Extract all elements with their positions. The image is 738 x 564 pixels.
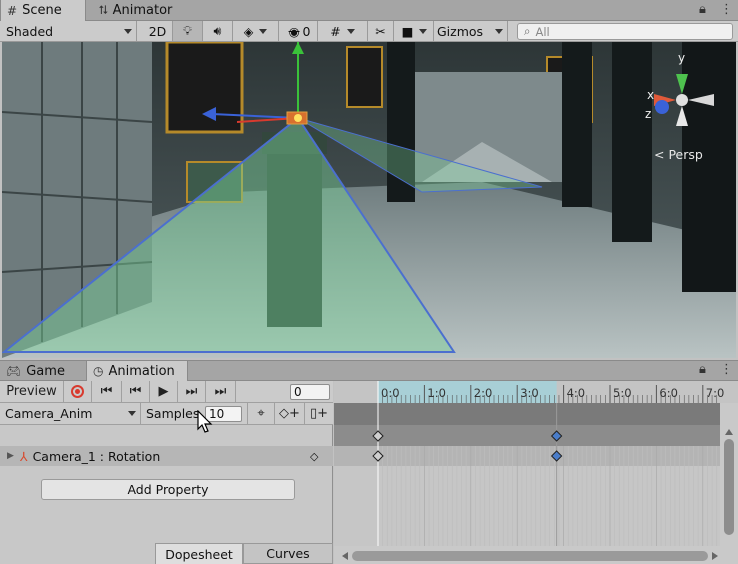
projection-label[interactable]: < Persp — [654, 147, 703, 162]
animation-lock-icon[interactable]: 🔒︎ — [699, 362, 706, 377]
scene-toolbar: Shaded 2D 💡︎ 🔊︎ ◈ ◉ 0 # ✂ ■ Gizmos ⌕ All — [0, 21, 738, 42]
scene-viewport[interactable]: y x z < Persp — [2, 42, 736, 358]
layers-icon: ◈ — [243, 23, 254, 39]
current-frame-field[interactable]: 0 — [290, 384, 330, 400]
clip-dropdown[interactable]: Camera_Anim — [0, 403, 141, 424]
next-keyframe-button[interactable]: ⏭︎ — [178, 381, 206, 402]
animator-icon: ⮁ — [98, 3, 108, 17]
scene-tab-bar: # Scene ⮁ Animator 🔒︎ ⋮ — [0, 0, 738, 21]
property-keyframe-icon[interactable]: ◇ — [310, 450, 318, 463]
clip-name: Camera_Anim — [5, 406, 93, 421]
tick-label: 0:0 — [381, 386, 400, 400]
lighting-toggle-button[interactable]: 💡︎ — [173, 21, 203, 41]
add-keyframe-button[interactable]: ◇+ — [275, 403, 305, 424]
lock-icon[interactable]: 🔒︎ — [699, 2, 706, 17]
step-back-icon: ⏮︎ — [129, 384, 142, 399]
step-forward-icon: ⏭︎ — [185, 384, 198, 399]
add-property-button[interactable]: Add Property — [41, 479, 295, 500]
scene-search-input[interactable]: ⌕ All — [517, 23, 733, 40]
property-row-camera-rotation[interactable]: ▶ ⅄ Camera_1 : Rotation ◇ — [0, 446, 333, 466]
hidden-objects-toggle[interactable]: ◉ 0 — [282, 21, 318, 41]
eye-slash-icon: ◉ — [288, 23, 300, 39]
gizmos-label: Gizmos — [437, 23, 484, 39]
add-event-button[interactable]: ▯+ — [305, 403, 333, 424]
property-label: Camera_1 : Rotation — [32, 448, 161, 464]
gizmo-z-label: z — [645, 107, 651, 121]
play-icon: ▶ — [158, 384, 169, 399]
grid-icon: # — [7, 3, 18, 18]
gizmos-dropdown[interactable]: Gizmos — [434, 21, 508, 41]
expand-arrow-icon[interactable]: ▶ — [7, 451, 14, 461]
clock-icon: ◷ — [93, 364, 104, 378]
clip-controls: Camera_Anim Samples 10 ⌖ ◇+ ▯+ — [0, 403, 333, 425]
tab-scene-label: Scene — [22, 3, 62, 18]
tab-animation-label: Animation — [108, 363, 175, 379]
kebab-menu-icon[interactable]: ⋮ — [720, 2, 733, 17]
tab-curves[interactable]: Curves — [243, 543, 333, 564]
2d-toggle-label: 2D — [148, 23, 167, 39]
record-icon — [71, 385, 84, 398]
camera-icon: ■ — [401, 23, 414, 39]
gizmo-y-label: y — [678, 51, 685, 65]
hidden-count: 0 — [302, 23, 311, 39]
skip-to-end-icon: ⏭︎ — [214, 384, 227, 399]
playback-controls: Preview ⏮︎ ⏮︎ ▶ ⏭︎ ⏭︎ 0 — [0, 381, 333, 403]
tick-label: 4:0 — [567, 386, 586, 400]
animation-kebab-menu-icon[interactable]: ⋮ — [720, 362, 733, 377]
camera-settings-dropdown[interactable]: ■ — [396, 21, 434, 41]
scene-render: y x z — [2, 42, 736, 358]
mouse-cursor-icon — [197, 410, 213, 433]
gamepad-icon: 🎮︎ — [6, 364, 22, 378]
samples-label: Samples — [146, 406, 200, 421]
tools-icon: ✂ — [375, 23, 386, 39]
grid-snap-icon: # — [330, 23, 341, 39]
effects-dropdown[interactable]: ◈ — [233, 21, 279, 41]
lightbulb-icon: 💡︎ — [183, 23, 192, 38]
gizmo-x-label: x — [647, 88, 654, 102]
tick-label: 3:0 — [520, 386, 539, 400]
search-placeholder: All — [535, 24, 550, 39]
transform-axes-icon: ⅄ — [19, 448, 28, 464]
shading-mode-dropdown[interactable]: Shaded — [0, 21, 137, 41]
tick-label: 5:0 — [613, 386, 632, 400]
tab-animation[interactable]: ◷ Animation — [86, 361, 188, 381]
tick-label: 2:0 — [474, 386, 493, 400]
vertical-scrollbar-thumb[interactable] — [724, 439, 734, 535]
tab-animator[interactable]: ⮁ Animator — [92, 0, 180, 21]
play-button[interactable]: ▶ — [150, 381, 178, 402]
tick-label: 6:0 — [659, 386, 678, 400]
speaker-icon: 🔊︎ — [213, 23, 222, 38]
tab-scene[interactable]: # Scene — [0, 0, 86, 21]
view-mode-tabs: Dopesheet Curves — [0, 543, 333, 564]
grid-snap-dropdown[interactable]: # — [318, 21, 368, 41]
record-button[interactable] — [64, 381, 92, 402]
search-icon: ⌕ — [524, 24, 531, 38]
2d-toggle-button[interactable]: 2D — [143, 21, 173, 41]
add-event-icon: ▯+ — [309, 406, 329, 421]
last-keyframe-button[interactable]: ⏭︎ — [206, 381, 236, 402]
summary-row-top — [334, 403, 720, 425]
tick-label: 7:0 — [706, 386, 725, 400]
tab-game-label: Game — [26, 363, 65, 379]
audio-toggle-button[interactable]: 🔊︎ — [203, 21, 233, 41]
summary-row — [334, 425, 720, 446]
shading-mode-label: Shaded — [6, 23, 54, 39]
timeline-canvas[interactable]: 0:0 1:0 2:0 3:0 4:0 5:0 6:0 7:0 — [334, 381, 738, 564]
add-keyframe-target-button[interactable]: ⌖ — [247, 403, 275, 424]
add-keyframe-icon: ◇+ — [279, 406, 300, 421]
tab-animator-label: Animator — [112, 3, 173, 18]
tab-dopesheet[interactable]: Dopesheet — [155, 543, 243, 564]
tab-game[interactable]: 🎮︎ Game — [0, 361, 82, 381]
first-keyframe-button[interactable]: ⏮︎ — [92, 381, 122, 402]
preview-label: Preview — [6, 384, 57, 399]
horizontal-scrollbar-thumb[interactable] — [352, 551, 708, 561]
tools-button[interactable]: ✂ — [368, 21, 394, 41]
crosshair-icon: ⌖ — [257, 406, 265, 421]
animation-tab-bar: 🎮︎ Game ◷ Animation 🔒︎ ⋮ — [0, 360, 738, 381]
preview-button[interactable]: Preview — [0, 381, 64, 402]
skip-to-start-icon: ⏮︎ — [100, 384, 113, 399]
dopesheet-timeline[interactable]: 0:0 1:0 2:0 3:0 4:0 5:0 6:0 7:0 — [334, 381, 738, 564]
tick-label: 1:0 — [427, 386, 446, 400]
previous-keyframe-button[interactable]: ⏮︎ — [122, 381, 150, 402]
